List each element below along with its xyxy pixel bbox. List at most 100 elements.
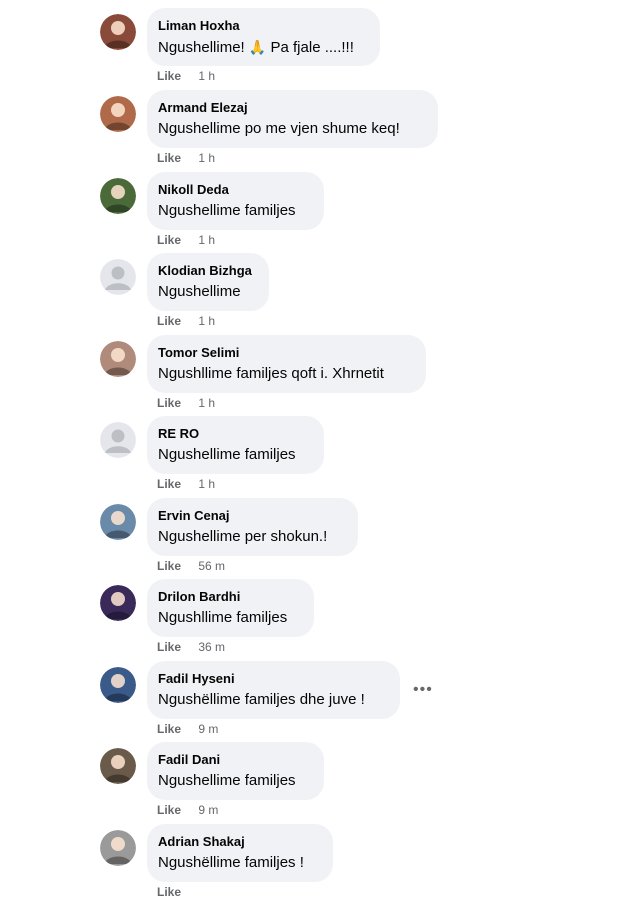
comment-text: Ngushellime familjes (158, 446, 296, 463)
comment-timestamp[interactable]: 9 m (198, 722, 218, 736)
comment-actions: Like 9 m (157, 802, 218, 818)
comment-author[interactable]: Nikoll Deda (158, 181, 313, 198)
comment-bubble: Armand Elezaj Ngushellime po me vjen shu… (147, 90, 438, 148)
like-button[interactable]: Like (157, 559, 181, 573)
like-button[interactable]: Like (157, 640, 181, 654)
comment-timestamp[interactable]: 1 h (198, 151, 215, 165)
comment-text: Ngushellime! (158, 39, 245, 56)
comment-bubble: Drilon Bardhi Ngushllime familjes (147, 579, 314, 637)
comment-text: Ngushellime po me vjen shume keq! (158, 120, 400, 137)
comment-body: Ngushllime familjes (158, 608, 303, 628)
comment-author[interactable]: RE RO (158, 425, 313, 442)
comment-text: Ngushëllime familjes dhe juve ! (158, 691, 365, 708)
avatar[interactable] (100, 748, 136, 784)
comment-text: Ngushellime familjes (158, 202, 296, 219)
comment-actions: Like 56 m (157, 558, 225, 574)
comment-body: Ngushellime familjes (158, 201, 313, 221)
comment-timestamp[interactable]: 1 h (198, 69, 215, 83)
comment-actions: Like 1 h (157, 476, 215, 492)
comment-author[interactable]: Armand Elezaj (158, 99, 427, 116)
comment-author[interactable]: Klodian Bizhga (158, 262, 258, 279)
like-button[interactable]: Like (157, 722, 181, 736)
comment-text: Ngushllime familjes (158, 609, 288, 626)
comment-item: Drilon Bardhi Ngushllime familjes Like 3… (0, 579, 640, 661)
comment-timestamp[interactable]: 1 h (198, 233, 215, 247)
comment-timestamp[interactable]: 56 m (198, 559, 225, 573)
comment-body: Ngushëllime familjes dhe juve ! (158, 690, 389, 710)
default-avatar-icon[interactable] (100, 259, 136, 295)
comment-item: Nikoll Deda Ngushellime familjes Like 1 … (0, 172, 640, 254)
like-button[interactable]: Like (157, 477, 181, 491)
comment-timestamp[interactable]: 1 h (198, 314, 215, 328)
like-button[interactable]: Like (157, 803, 181, 817)
comment-body: Ngushllime familjes qoft i. Xhrnetit (158, 364, 415, 384)
comment-bubble: RE RO Ngushellime familjes (147, 416, 324, 474)
comment-body: Ngushellime! 🙏 Pa fjale ....!!! (158, 37, 369, 58)
comment-text: Ngushllime familjes qoft i. Xhrnetit (158, 365, 384, 382)
comment-author[interactable]: Fadil Dani (158, 751, 313, 768)
comment-timestamp[interactable]: 9 m (198, 803, 218, 817)
comment-author[interactable]: Liman Hoxha (158, 17, 369, 34)
comment-body: Ngushellime familjes (158, 445, 313, 465)
comment-author[interactable]: Ervin Cenaj (158, 507, 347, 524)
comment-item: Fadil Hyseni Ngushëllime familjes dhe ju… (0, 661, 640, 743)
comment-actions: Like 1 h (157, 68, 215, 84)
comment-bubble: Liman Hoxha Ngushellime! 🙏 Pa fjale ....… (147, 8, 380, 66)
comment-body: Ngushellime per shokun.! (158, 527, 347, 547)
comment-body: Ngushellime familjes (158, 771, 313, 791)
comment-author[interactable]: Adrian Shakaj (158, 833, 322, 850)
comment-text-continued: Pa fjale ....!!! (270, 39, 354, 56)
avatar[interactable] (100, 667, 136, 703)
comment-actions: Like 1 h (157, 150, 215, 166)
comment-bubble: Adrian Shakaj Ngushëllime familjes ! (147, 824, 333, 882)
comment-text: Ngushellime familjes (158, 772, 296, 789)
avatar[interactable] (100, 178, 136, 214)
comment-actions: Like 36 m (157, 639, 225, 655)
like-button[interactable]: Like (157, 314, 181, 328)
folded-hands-emoji-icon: 🙏 (248, 39, 267, 55)
comment-bubble: Klodian Bizhga Ngushellime (147, 253, 269, 311)
comment-text: Ngushellime (158, 283, 241, 300)
more-options-icon[interactable]: ••• (413, 681, 433, 699)
comment-actions: Like 1 h (157, 395, 215, 411)
comment-item: Tomor Selimi Ngushllime familjes qoft i.… (0, 335, 640, 417)
avatar[interactable] (100, 14, 136, 50)
comment-item: Fadil Dani Ngushellime familjes Like 9 m (0, 742, 640, 824)
comment-actions: Like 1 h (157, 232, 215, 248)
like-button[interactable]: Like (157, 151, 181, 165)
like-button[interactable]: Like (157, 69, 181, 83)
comment-bubble: Ervin Cenaj Ngushellime per shokun.! (147, 498, 358, 556)
comment-item: RE RO Ngushellime familjes Like 1 h (0, 416, 640, 498)
comment-body: Ngushellime po me vjen shume keq! (158, 119, 427, 139)
comment-bubble: Fadil Hyseni Ngushëllime familjes dhe ju… (147, 661, 400, 719)
avatar[interactable] (100, 585, 136, 621)
comment-item: Armand Elezaj Ngushellime po me vjen shu… (0, 90, 640, 172)
like-button[interactable]: Like (157, 396, 181, 410)
comment-timestamp[interactable]: 36 m (198, 640, 225, 654)
comment-item: Klodian Bizhga Ngushellime Like 1 h (0, 253, 640, 335)
avatar[interactable] (100, 341, 136, 377)
avatar[interactable] (100, 504, 136, 540)
comment-text: Ngushellime per shokun.! (158, 528, 328, 545)
avatar[interactable] (100, 96, 136, 132)
avatar[interactable] (100, 830, 136, 866)
comment-actions: Like 9 m (157, 721, 218, 737)
like-button[interactable]: Like (157, 233, 181, 247)
comment-body: Ngushellime (158, 282, 258, 302)
default-avatar-icon[interactable] (100, 422, 136, 458)
comment-timestamp[interactable]: 1 h (198, 396, 215, 410)
comment-author[interactable]: Tomor Selimi (158, 344, 415, 361)
comment-text: Ngushëllime familjes ! (158, 854, 304, 871)
comment-item: Liman Hoxha Ngushellime! 🙏 Pa fjale ....… (0, 8, 640, 90)
comment-actions: Like 1 h (157, 313, 215, 329)
comment-bubble: Fadil Dani Ngushellime familjes (147, 742, 324, 800)
comment-item: Ervin Cenaj Ngushellime per shokun.! Lik… (0, 498, 640, 580)
comment-author[interactable]: Drilon Bardhi (158, 588, 303, 605)
comment-timestamp[interactable]: 1 h (198, 477, 215, 491)
like-button[interactable]: Like (157, 885, 181, 899)
comment-item: Adrian Shakaj Ngushëllime familjes ! Lik… (0, 824, 640, 906)
comment-actions: Like (157, 884, 195, 900)
comment-author[interactable]: Fadil Hyseni (158, 670, 389, 687)
comment-bubble: Nikoll Deda Ngushellime familjes (147, 172, 324, 230)
comment-bubble: Tomor Selimi Ngushllime familjes qoft i.… (147, 335, 426, 393)
